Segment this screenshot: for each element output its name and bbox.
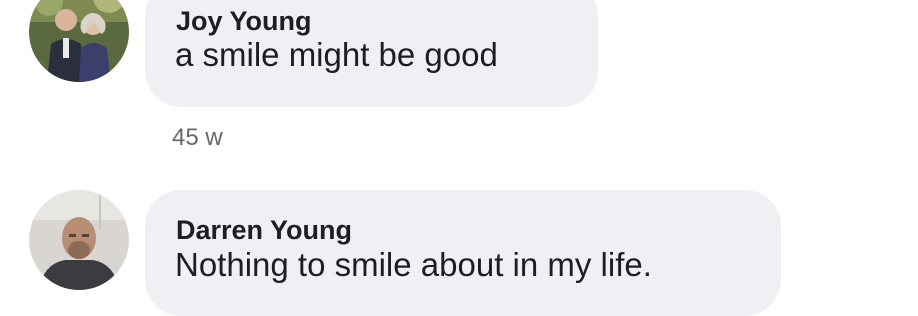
comment-bubble: Darren Young Nothing to smile about in m… — [145, 190, 781, 316]
avatar[interactable] — [29, 0, 129, 82]
comment-bubble: Joy Young a smile might be good — [145, 0, 598, 107]
profile-photo-icon — [29, 190, 129, 290]
avatar[interactable] — [29, 190, 129, 290]
comment-timestamp[interactable]: 45 w — [172, 124, 223, 152]
comment-item: Darren Young Nothing to smile about in m… — [0, 190, 918, 316]
comment-author[interactable]: Darren Young — [176, 215, 352, 246]
comment-text: a smile might be good — [175, 36, 498, 73]
comment-item: Joy Young a smile might be good 45 w — [0, 0, 918, 170]
comment-text: Nothing to smile about in my life. — [175, 246, 652, 283]
comment-author[interactable]: Joy Young — [176, 6, 312, 37]
profile-photo-icon — [29, 0, 129, 82]
